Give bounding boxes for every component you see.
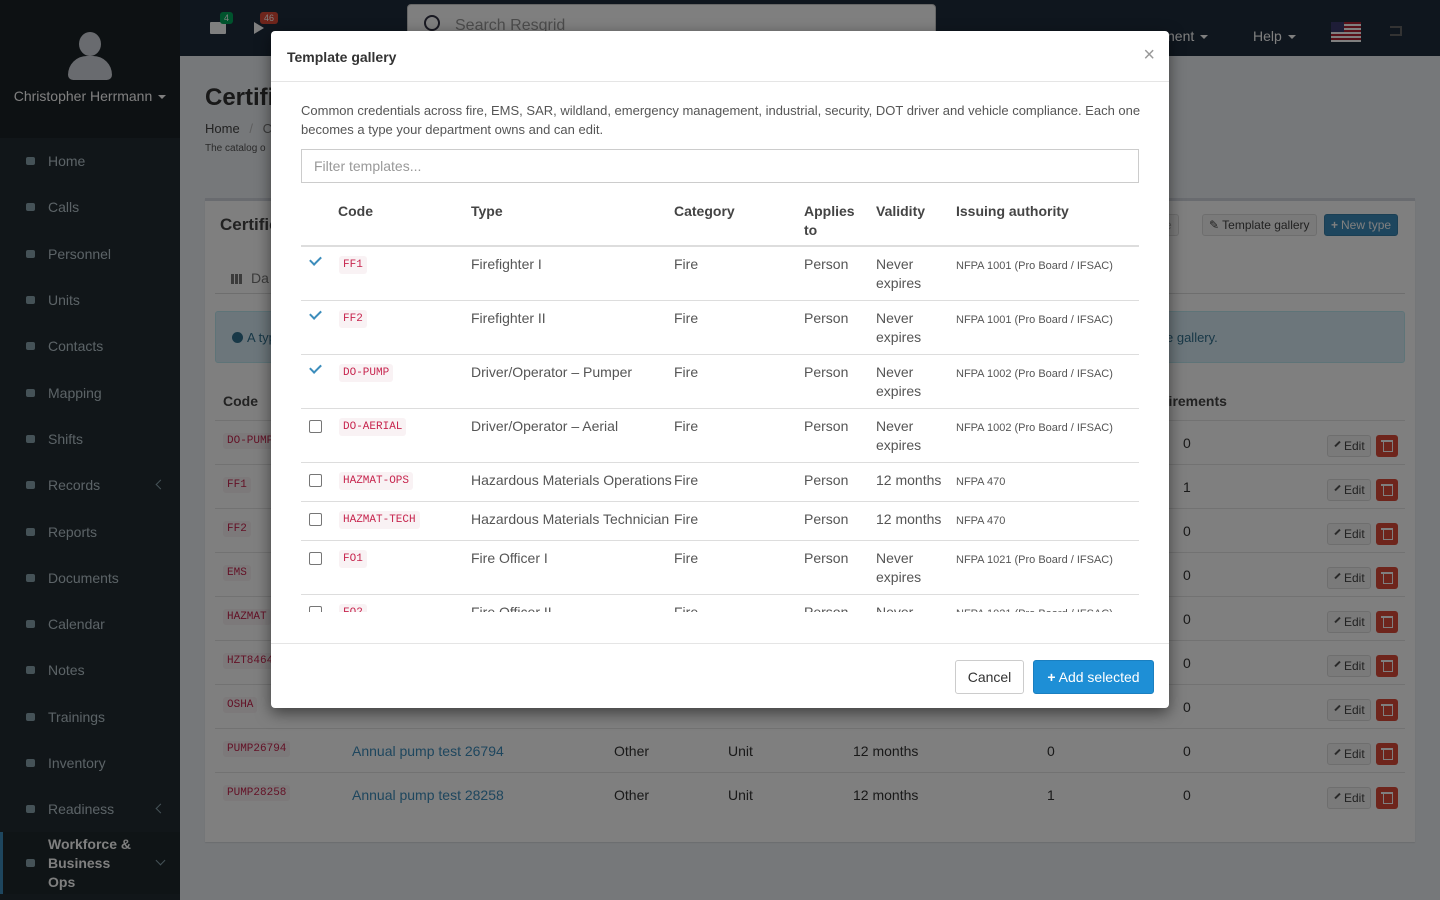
add-selected-button[interactable]: + Add selected xyxy=(1033,660,1154,694)
column-header-code: Code xyxy=(338,203,373,219)
select-checkbox[interactable] xyxy=(309,513,322,526)
template-issuing-authority: NFPA 1021 (Pro Board / IFSAC) xyxy=(956,554,1113,566)
template-issuing-authority: NFPA 1021 (Pro Board / IFSAC) xyxy=(956,605,1113,612)
template-issuing-authority: NFPA 470 xyxy=(956,515,1006,527)
template-type: Driver/Operator – Pumper xyxy=(471,364,633,380)
template-issuing-authority: NFPA 1001 (Pro Board / IFSAC) xyxy=(956,314,1113,326)
template-row[interactable]: HAZMAT-TECH Hazardous Materials Technicia… xyxy=(301,502,1139,541)
close-icon[interactable]: × xyxy=(1143,45,1155,65)
template-validity: Never expires xyxy=(876,604,914,612)
template-validity: 12 months xyxy=(876,472,942,488)
add-selected-label: Add selected xyxy=(1058,669,1140,685)
template-row[interactable]: FF1 Firefighter I Fire Person Never expires N… xyxy=(301,247,1139,301)
plus-icon: + xyxy=(1047,669,1056,685)
template-code: FF2 xyxy=(339,310,367,328)
template-applies-to: Person xyxy=(804,418,849,434)
template-validity: 12 months xyxy=(876,511,942,527)
template-applies-to: Person xyxy=(804,364,849,380)
column-header-type: Type xyxy=(471,203,503,219)
template-code: HAZMAT-TECH xyxy=(339,511,420,529)
check-icon[interactable] xyxy=(309,361,322,374)
select-checkbox[interactable] xyxy=(309,606,322,612)
template-category: Fire xyxy=(674,511,699,527)
template-issuing-authority: NFPA 1002 (Pro Board / IFSAC) xyxy=(956,368,1113,380)
template-issuing-authority: NFPA 1002 (Pro Board / IFSAC) xyxy=(956,422,1113,434)
template-type: Hazardous Materials Technician xyxy=(471,511,670,527)
template-applies-to: Person xyxy=(804,511,849,527)
column-header-category: Category xyxy=(674,203,735,219)
template-code: HAZMAT-OPS xyxy=(339,472,414,490)
select-checkbox[interactable] xyxy=(309,552,322,565)
template-category: Fire xyxy=(674,472,699,488)
template-code: DO-AERIAL xyxy=(339,418,407,436)
check-icon[interactable] xyxy=(309,307,322,320)
template-type: Fire Officer I xyxy=(471,550,548,566)
check-icon[interactable] xyxy=(309,253,322,266)
template-category: Fire xyxy=(674,310,699,326)
template-applies-to: Person xyxy=(804,604,849,612)
template-category: Fire xyxy=(674,256,699,272)
template-type: Hazardous Materials Operations xyxy=(471,472,672,488)
template-validity: Never expires xyxy=(876,310,922,345)
column-header-issuing-authority: Issuing authority xyxy=(956,203,1069,219)
cancel-button[interactable]: Cancel xyxy=(955,660,1024,694)
template-applies-to: Person xyxy=(804,256,849,272)
select-checkbox[interactable] xyxy=(309,474,322,487)
template-issuing-authority: NFPA 470 xyxy=(956,476,1006,488)
template-applies-to: Person xyxy=(804,550,849,566)
template-category: Fire xyxy=(674,364,699,380)
modal-footer: Cancel + Add selected xyxy=(271,643,1169,708)
template-row[interactable]: FF2 Firefighter II Fire Person Never expires… xyxy=(301,301,1139,355)
template-applies-to: Person xyxy=(804,472,849,488)
templates-table-header: Code Type Category Applies to Validity I… xyxy=(301,194,1139,247)
template-type: Firefighter I xyxy=(471,256,542,272)
template-row[interactable]: DO-AERIAL Driver/Operator – Aerial Fire Per… xyxy=(301,409,1139,463)
templates-table-body: FF1 Firefighter I Fire Person Never expires N… xyxy=(301,247,1139,612)
template-category: Fire xyxy=(674,418,699,434)
template-code: DO-PUMP xyxy=(339,364,394,382)
template-type: Driver/Operator – Aerial xyxy=(471,418,619,434)
template-type: Firefighter II xyxy=(471,310,546,326)
template-issuing-authority: NFPA 1001 (Pro Board / IFSAC) xyxy=(956,260,1113,272)
template-row[interactable]: HAZMAT-OPS Hazardous Materials Operations… xyxy=(301,463,1139,502)
template-validity: Never expires xyxy=(876,364,922,399)
template-validity: Never expires xyxy=(876,550,922,585)
template-type: Fire Officer II xyxy=(471,604,552,612)
template-code: FF1 xyxy=(339,256,367,274)
template-category: Fire xyxy=(674,604,699,612)
template-row[interactable]: DO-PUMP Driver/Operator – Pumper Fire Perso… xyxy=(301,355,1139,409)
template-row[interactable]: FO2 Fire Officer II Fire Person Never expire… xyxy=(301,595,1139,612)
template-category: Fire xyxy=(674,550,699,566)
modal-header: Template gallery × xyxy=(271,31,1169,82)
templates-table: Code Type Category Applies to Validity I… xyxy=(301,194,1139,612)
template-code: FO1 xyxy=(339,550,367,568)
select-checkbox[interactable] xyxy=(309,420,322,433)
template-row[interactable]: FO1 Fire Officer I Fire Person Never expires… xyxy=(301,541,1139,595)
template-validity: Never expires xyxy=(876,256,922,291)
modal-title: Template gallery xyxy=(287,49,397,65)
template-gallery-modal: Template gallery × Common credentials ac… xyxy=(271,31,1169,708)
template-code: FO2 xyxy=(339,604,367,612)
template-validity: Never expires xyxy=(876,418,922,453)
column-header-applies-to: Applies to xyxy=(804,203,855,238)
template-applies-to: Person xyxy=(804,310,849,326)
filter-templates-input[interactable] xyxy=(301,149,1139,183)
column-header-validity: Validity xyxy=(876,203,926,219)
modal-description: Common credentials across fire, EMS, SAR… xyxy=(301,103,1141,137)
